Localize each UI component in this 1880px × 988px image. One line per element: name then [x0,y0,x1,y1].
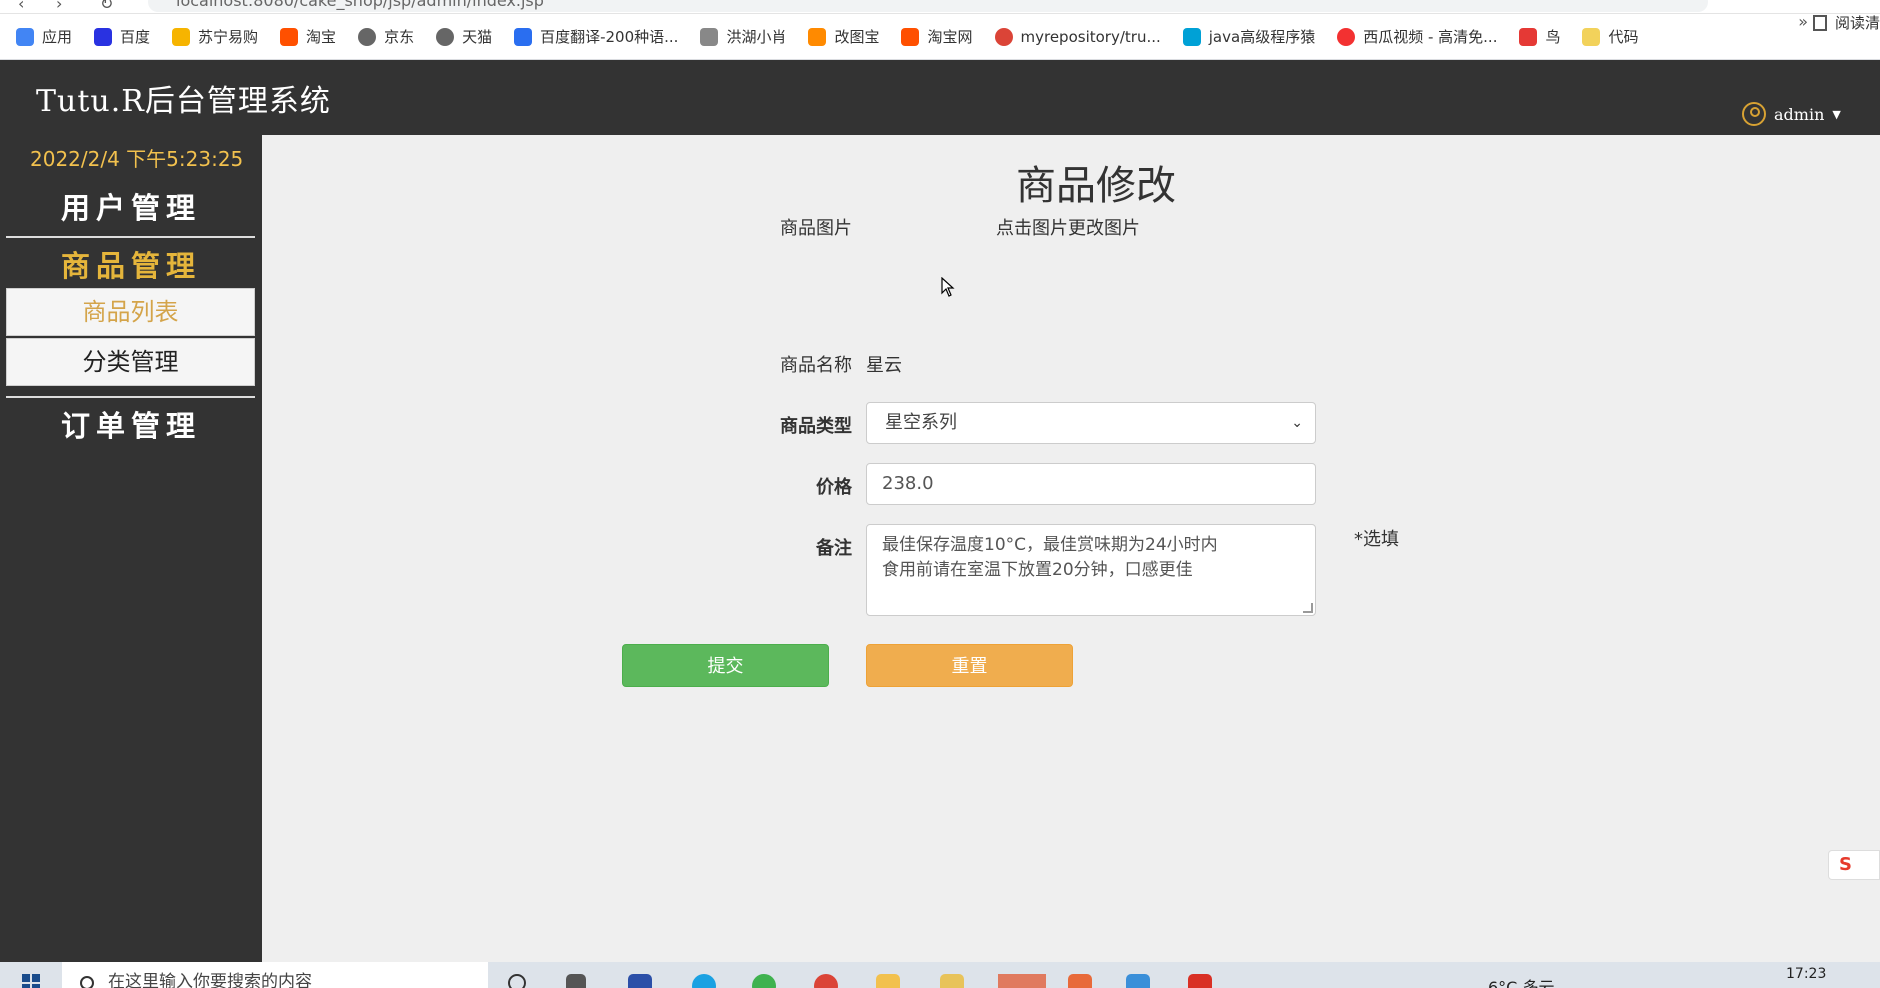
bookmark-item[interactable]: 百度 [94,26,150,47]
task-view-icon[interactable] [566,974,586,988]
bookmark-item[interactable]: 苏宁易购 [172,26,258,47]
bookmark-item[interactable]: 西瓜视频 - 高清免... [1337,26,1497,47]
product-name-value: 星云 [866,355,902,376]
bookmark-item[interactable]: myrepository/tru... [994,27,1161,46]
app-icon[interactable] [628,974,652,988]
mouse-cursor-icon [941,276,955,301]
bookmarks-overflow-button[interactable]: » [1798,12,1808,31]
forward-arrow-icon[interactable]: › [56,0,62,13]
windows-start-icon[interactable] [22,974,40,988]
reset-button[interactable]: 重置 [866,644,1073,687]
app-title: Tutu.R后台管理系统 [36,84,331,119]
sidebar-divider [6,236,255,238]
suning-icon [172,27,191,46]
sidebar: 2022/2/4 下午5:23:25 用户管理 商品管理 商品列表 分类管理 订… [0,135,262,962]
file-explorer-icon[interactable] [876,974,900,988]
product-type-label: 商品类型 [780,416,852,437]
chevron-down-icon: ⌄ [1291,415,1303,431]
bookmark-item[interactable]: 淘宝 [280,26,336,47]
main-content: 商品修改 商品图片 点击图片更改图片 商品名称 星云 商品类型 星空系列 ⌄ 价… [262,135,1880,962]
bookmark-item[interactable]: 应用 [16,26,72,47]
bird-icon [1519,27,1538,46]
bookmark-item[interactable]: 淘宝网 [901,26,973,47]
sidebar-section-products[interactable]: 商品管理 [0,243,262,285]
bookmark-item[interactable]: java高级程序猿 [1182,26,1315,47]
chevron-down-icon: ▼ [1832,107,1841,121]
product-image-hint[interactable]: 点击图片更改图片 [996,214,1140,240]
taskbar-clock[interactable]: 17:23 [1786,966,1826,982]
bookmark-item[interactable]: 天猫 [436,26,492,47]
cortana-icon[interactable] [508,974,526,988]
browser-icon[interactable] [752,974,776,988]
reading-list-button[interactable]: 阅读清 [1812,12,1880,33]
bookmark-item[interactable]: 百度翻译-200种语... [514,26,678,47]
taobao-icon [280,27,299,46]
taskbar-search-input[interactable]: 在这里输入你要搜索的内容 [62,962,488,988]
user-avatar-icon [1742,102,1766,126]
folder-icon[interactable] [940,974,964,988]
wps-icon[interactable] [1188,974,1212,988]
sidebar-item-product-list[interactable]: 商品列表 [6,288,255,336]
sidebar-item-category-management[interactable]: 分类管理 [6,338,255,386]
user-menu[interactable]: admin ▼ [1742,102,1841,126]
username: admin [1774,104,1825,124]
bookmark-item[interactable]: 改图宝 [808,26,879,47]
chrome-icon[interactable] [814,974,838,988]
browser-address-strip: ‹ › ↻ localhost:8080/cake_shop/jsp/admin… [0,0,1880,14]
sidebar-section-users[interactable]: 用户管理 [0,185,262,227]
taskbar: 在这里输入你要搜索的内容 6°C 多云 17:23 [0,962,1880,988]
translate-icon [514,27,533,46]
bookmark-item[interactable]: 鸟 [1519,26,1560,47]
bookmarks-bar: 应用 百度 苏宁易购 淘宝 京东 天猫 百度翻译-200种语... 洪湖小肖 改图宝 淘宝网 myr… [0,14,1880,60]
reload-icon[interactable]: ↻ [100,0,113,13]
ime-sogou-icon[interactable]: S [1828,850,1880,880]
product-image-label: 商品图片 [780,218,852,239]
remark-label: 备注 [816,538,852,559]
app-header: Tutu.R后台管理系统 admin ▼ [0,60,1880,135]
apps-grid-icon [16,27,34,46]
edge-icon[interactable] [692,974,716,988]
sidebar-divider [6,396,255,398]
chrome-icon [994,27,1013,46]
baidu-paw-icon [94,27,113,46]
photos-icon[interactable] [1126,974,1150,988]
bilibili-icon [1182,27,1201,46]
powerpoint-icon[interactable] [1068,974,1092,988]
search-icon [80,976,94,988]
submit-button[interactable]: 提交 [622,644,829,687]
gaitubao-icon [808,27,827,46]
remark-optional-hint: *选填 [1354,529,1399,550]
price-input[interactable]: 238.0 [866,463,1316,505]
bookmark-item[interactable]: 代码 [1582,26,1639,47]
bookmark-item[interactable]: 京东 [358,26,414,47]
globe-icon [358,27,377,46]
page-title: 商品修改 [1016,163,1176,209]
remark-textarea[interactable]: 最佳保存温度10°C，最佳赏味期为24小时内 食用前请在室温下放置20分钟，口感… [866,524,1316,616]
address-bar[interactable]: localhost:8080/cake_shop/jsp/admin/index… [148,0,1708,12]
globe-icon [436,27,455,46]
taobao-icon [901,27,920,46]
bookmark-item[interactable]: 洪湖小肖 [700,26,786,47]
product-name-label: 商品名称 [780,355,852,376]
resize-handle-icon[interactable] [1303,603,1313,613]
sidebar-clock: 2022/2/4 下午5:23:25 [30,147,244,171]
sidebar-section-orders[interactable]: 订单管理 [0,403,262,445]
bird-icon [700,27,719,46]
weather-widget[interactable]: 6°C 多云 [1488,974,1554,988]
intellij-icon[interactable] [998,974,1046,988]
back-arrow-icon[interactable]: ‹ [18,0,24,13]
xigua-icon [1337,27,1356,46]
folder-icon [1582,27,1601,46]
price-label: 价格 [816,477,852,498]
product-type-select[interactable]: 星空系列 ⌄ [866,402,1316,444]
reading-list-icon [1812,14,1827,31]
